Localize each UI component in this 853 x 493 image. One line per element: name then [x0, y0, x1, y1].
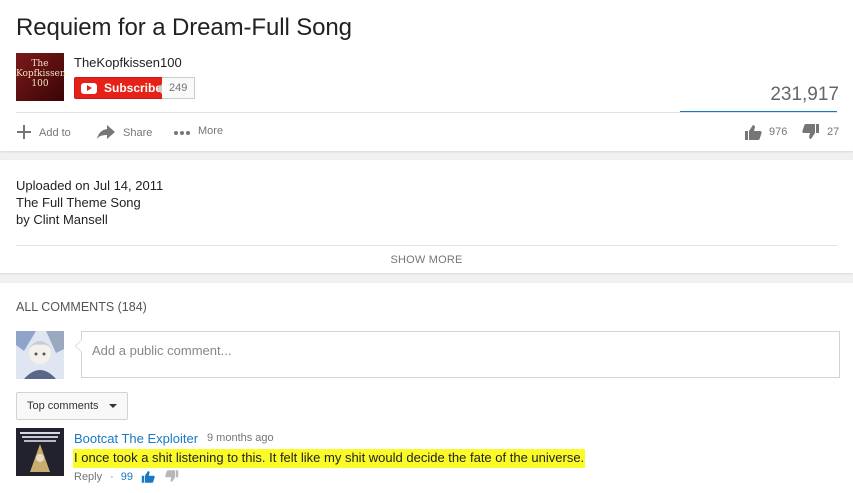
comment-actions: Reply · 99 — [74, 470, 189, 483]
plus-icon — [16, 124, 32, 141]
youtube-play-icon — [81, 82, 97, 94]
reply-button[interactable]: Reply — [74, 471, 102, 483]
add-to-label: Add to — [39, 126, 71, 139]
comment-text: I once took a shit listening to this. It… — [73, 449, 586, 468]
caret-down-icon — [108, 404, 117, 408]
comment-like-count: 99 — [120, 470, 134, 483]
like-button[interactable]: 976 — [744, 124, 787, 140]
video-title: Requiem for a Dream-Full Song — [16, 14, 352, 41]
comment-thumbs-up-icon[interactable] — [141, 470, 155, 483]
more-label: More — [198, 125, 224, 137]
thumbs-down-icon — [802, 124, 819, 139]
share-label: Share — [123, 126, 153, 139]
share-arrow-icon — [96, 124, 116, 141]
sort-label: Top comments — [27, 400, 99, 412]
show-more-button[interactable]: SHOW MORE — [0, 254, 853, 266]
thumbs-up-icon — [745, 125, 762, 140]
comments-heading: ALL COMMENTS (184) — [16, 300, 147, 314]
channel-avatar[interactable]: The Kopfkissen 100 — [16, 53, 66, 101]
comment-author-link[interactable]: Bootcat The Exploiter — [74, 431, 198, 446]
video-info-card: Requiem for a Dream-Full Song The Kopfki… — [0, 0, 853, 151]
comment-timestamp[interactable]: 9 months ago — [207, 432, 274, 444]
comment-author-avatar[interactable] — [16, 428, 64, 476]
upload-date: Uploaded on Jul 14, 2011 — [16, 178, 164, 193]
like-count: 976 — [769, 126, 788, 138]
share-button[interactable]: Share — [96, 124, 152, 141]
comment-thumbs-down-icon[interactable] — [165, 470, 179, 483]
more-dots-icon — [173, 124, 191, 138]
view-count: 231,917 — [770, 84, 839, 105]
divider — [16, 112, 837, 113]
description-card: Uploaded on Jul 14, 2011 The Full Theme … — [0, 160, 853, 273]
comments-card: ALL COMMENTS (184) Add a public comment.… — [0, 283, 853, 493]
sort-comments-dropdown[interactable]: Top comments — [16, 392, 128, 420]
dislike-count: 27 — [827, 126, 840, 138]
channel-avatar-text: The Kopfkissen 100 — [16, 59, 66, 89]
channel-name-link[interactable]: TheKopfkissen100 — [74, 55, 182, 70]
more-button[interactable]: More — [173, 124, 223, 138]
add-to-button[interactable]: Add to — [16, 124, 71, 141]
subscribe-label: Subscribe — [104, 81, 163, 95]
dislike-button[interactable]: 27 — [802, 124, 839, 140]
description-line: by Clint Mansell — [16, 212, 108, 227]
current-user-avatar[interactable] — [16, 331, 64, 384]
divider — [16, 245, 837, 246]
subscriber-count: 249 — [156, 77, 196, 99]
separator: · — [110, 470, 114, 483]
description-line: The Full Theme Song — [16, 195, 141, 210]
comment-input[interactable]: Add a public comment... — [75, 331, 840, 378]
